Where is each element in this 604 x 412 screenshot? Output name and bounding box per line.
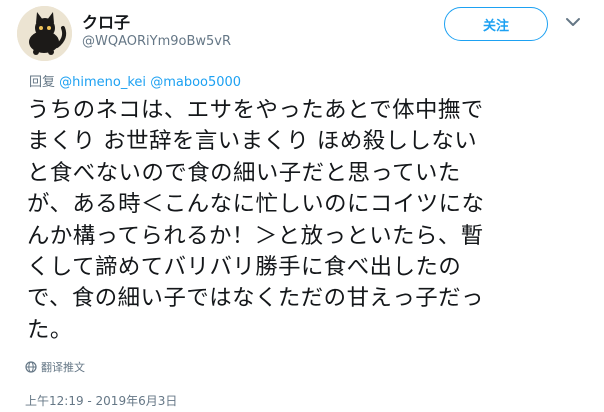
mention-link-himeno-kei[interactable]: @himeno_kei (59, 75, 146, 90)
tweet-line: まくり お世辞を言いまくり ほめ殺ししない (27, 128, 478, 155)
tweet-line: で、食の細い子ではなくただの甘えっ子だっ (27, 285, 484, 312)
tweet-line: た。 (27, 316, 73, 343)
tweet-line: んか構ってられるか！＞と放っといたら、暫 (27, 222, 484, 249)
tweet-line: くして諦めてバリバリ勝手に食べ出したの (27, 254, 462, 281)
tweet-line: が、ある時＜こんなに忙しいのにコイツにな (27, 191, 485, 218)
black-cat-avatar-icon (17, 6, 72, 61)
reply-context: 回复 @himeno_kei @maboo5000 (29, 71, 241, 90)
tweet-menu-button[interactable] (563, 12, 583, 32)
follow-button[interactable]: 关注 (444, 7, 548, 41)
author-handle[interactable]: @WQAORiYm9oBw5vR (82, 34, 231, 49)
globe-icon (25, 361, 37, 373)
tweet-text: うちのネコは、エサをやったあとで体中撫で まくり お世辞を言いまくり ほめ殺しし… (27, 95, 587, 346)
chevron-down-icon (566, 18, 580, 26)
tweet-line: と食べないので食の細い子だと思っていた (27, 159, 461, 186)
reply-prefix: 回复 (29, 75, 56, 90)
mention-link-maboo5000[interactable]: @maboo5000 (150, 75, 241, 90)
avatar[interactable] (17, 6, 72, 61)
tweet-line: うちのネコは、エサをやったあとで体中撫で (27, 97, 484, 123)
translate-label: 翻译推文 (41, 361, 85, 374)
author-display-name[interactable]: クロ子 (82, 9, 130, 33)
translate-tweet-link[interactable]: 翻译推文 (25, 359, 85, 375)
tweet-timestamp[interactable]: 上午12:19 - 2019年6月3日 (25, 392, 177, 409)
